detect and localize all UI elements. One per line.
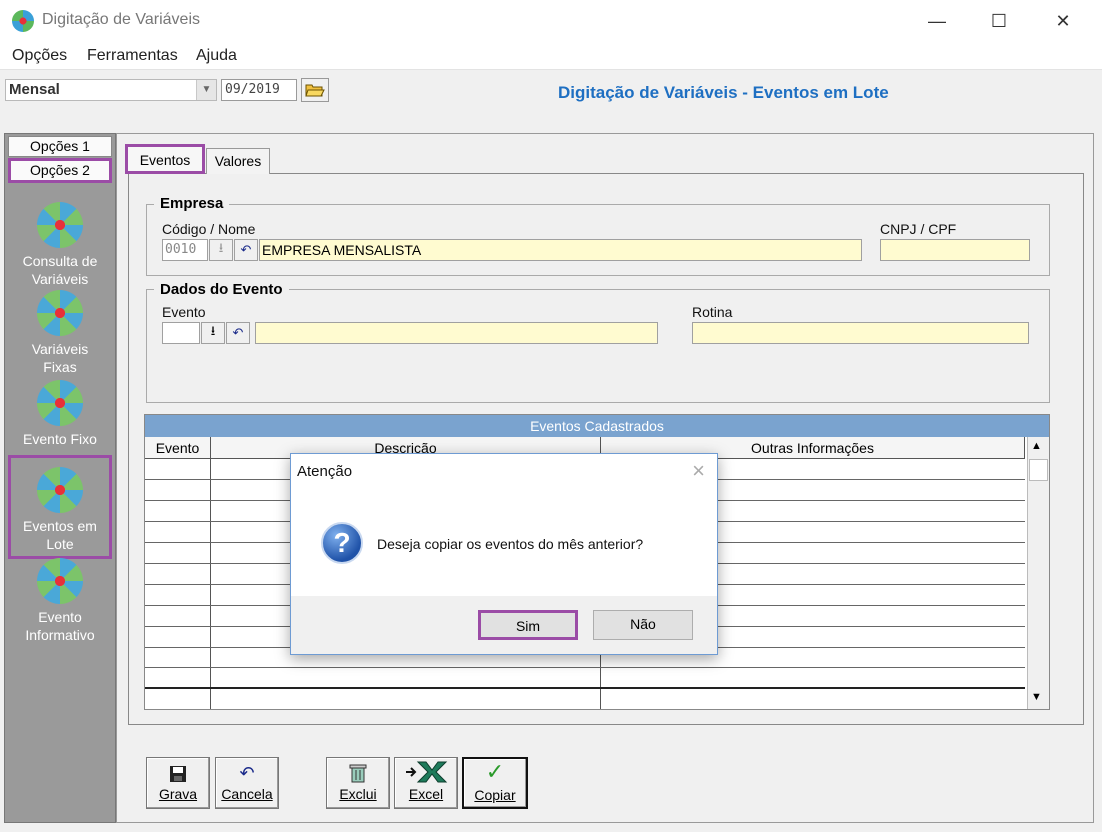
table-row[interactable] xyxy=(145,667,1025,668)
dados-evento-group-title: Dados do Evento xyxy=(154,281,289,298)
undo-icon[interactable]: ↶ xyxy=(226,322,250,344)
scroll-down-icon[interactable]: ▼ xyxy=(1031,691,1042,703)
exclui-label: Exclui xyxy=(339,786,377,802)
column-divider xyxy=(210,437,211,709)
app-logo-icon xyxy=(12,10,34,32)
tab-eventos[interactable]: Eventos xyxy=(125,144,205,174)
dados-evento-group xyxy=(146,289,1050,403)
column-header-evento[interactable]: Evento xyxy=(145,437,211,459)
app-ball-icon xyxy=(37,290,83,336)
evento-name-field[interactable] xyxy=(255,322,658,344)
grid-caption: Eventos Cadastrados xyxy=(145,415,1049,437)
close-button[interactable]: ✕ xyxy=(1040,0,1086,42)
app-ball-icon xyxy=(37,558,83,604)
app-ball-icon xyxy=(37,467,83,513)
menu-bar: Opções Ferramentas Ajuda xyxy=(0,42,1102,70)
scroll-up-icon[interactable]: ▲ xyxy=(1031,440,1042,452)
rotina-field[interactable] xyxy=(692,322,1029,344)
sidebar-item-label: Informativo xyxy=(25,627,95,643)
cancela-label: Cancela xyxy=(221,786,273,802)
close-icon[interactable]: × xyxy=(692,458,705,484)
cnpj-cpf-field[interactable] xyxy=(880,239,1030,261)
app-ball-icon xyxy=(37,202,83,248)
evento-code-field[interactable] xyxy=(162,322,200,344)
maximize-button[interactable]: ☐ xyxy=(976,0,1022,42)
scroll-thumb[interactable] xyxy=(1029,459,1048,481)
download-icon[interactable]: ⭳ xyxy=(201,322,225,344)
sidebar-item-label: Consulta de xyxy=(22,253,98,269)
empresa-group-title: Empresa xyxy=(154,195,230,212)
sidebar-item-label: Variáveis xyxy=(31,341,89,357)
sidebar-item-evento-informativo[interactable]: Evento Informativo xyxy=(8,558,112,644)
nome-field[interactable]: EMPRESA MENSALISTA xyxy=(259,239,862,261)
menu-ajuda[interactable]: Ajuda xyxy=(196,47,237,65)
download-icon[interactable]: ⭳ xyxy=(209,239,233,261)
trash-icon xyxy=(327,758,389,784)
save-icon xyxy=(147,758,209,784)
sidebar-item-label: Fixas xyxy=(43,359,77,375)
app-ball-icon xyxy=(37,380,83,426)
sidebar-item-label: Eventos em xyxy=(23,518,97,534)
sidebar-item-label: Lote xyxy=(46,536,74,552)
sidebar-tab-opcoes-1[interactable]: Opções 1 xyxy=(8,136,112,157)
undo-icon: ↶ xyxy=(239,763,255,783)
menu-ferramentas[interactable]: Ferramentas xyxy=(87,47,178,65)
period-select-value: Mensal xyxy=(9,81,60,98)
rotina-label: Rotina xyxy=(692,304,733,320)
sidebar-item-label: Evento Fixo xyxy=(23,431,97,447)
cnpj-cpf-label: CNPJ / CPF xyxy=(880,221,957,237)
yes-button[interactable]: Sim xyxy=(478,610,578,640)
sidebar-item-variaveis-fixas[interactable]: Variáveis Fixas xyxy=(8,290,112,376)
copiar-label: Copiar xyxy=(474,787,516,803)
sidebar-tab-opcoes-2[interactable]: Opções 2 xyxy=(8,158,112,183)
sidebar-item-consulta-variaveis[interactable]: Consulta de Variáveis xyxy=(8,202,112,288)
grava-button[interactable]: Grava xyxy=(146,757,210,809)
exclui-button[interactable]: Exclui xyxy=(326,757,390,809)
period-select[interactable]: Mensal ▼ xyxy=(5,79,217,101)
check-icon: ✓ xyxy=(485,759,505,784)
excel-label: Excel xyxy=(408,786,444,802)
sidebar-item-evento-fixo[interactable]: Evento Fixo xyxy=(8,380,112,448)
dialog-message: Deseja copiar os eventos do mês anterior… xyxy=(377,536,644,552)
page-title: Digitação de Variáveis - Eventos em Lote xyxy=(558,83,889,102)
minimize-button[interactable]: — xyxy=(914,0,960,42)
copiar-button[interactable]: ✓ Copiar xyxy=(462,757,528,809)
undo-icon[interactable]: ↶ xyxy=(234,239,258,261)
sidebar-item-label: Evento xyxy=(38,609,82,625)
menu-opcoes[interactable]: Opções xyxy=(12,47,67,65)
chevron-down-icon[interactable]: ▼ xyxy=(196,80,216,100)
window-title: Digitação de Variáveis xyxy=(42,11,201,28)
folder-icon xyxy=(305,84,325,97)
title-bar: Digitação de Variáveis — ☐ ✕ xyxy=(0,0,1102,42)
sidebar-item-label: Variáveis xyxy=(31,271,89,287)
question-icon: ? xyxy=(321,522,363,564)
tab-valores[interactable]: Valores xyxy=(206,148,270,174)
excel-icon xyxy=(395,758,457,784)
sidebar-item-eventos-em-lote[interactable]: Eventos em Lote xyxy=(8,455,112,559)
vertical-scrollbar[interactable]: ▲ ▼ xyxy=(1027,437,1049,709)
confirm-dialog: Atenção × ? Deseja copiar os eventos do … xyxy=(290,453,718,655)
evento-label: Evento xyxy=(162,304,206,320)
grava-label: Grava xyxy=(158,786,198,802)
no-button[interactable]: Não xyxy=(593,610,693,640)
codigo-nome-label: Código / Nome xyxy=(162,221,256,237)
codigo-field[interactable]: 0010 xyxy=(162,239,208,261)
cancela-button[interactable]: ↶ Cancela xyxy=(215,757,279,809)
table-row[interactable] xyxy=(145,687,1025,689)
open-folder-button[interactable] xyxy=(301,78,329,102)
month-input[interactable]: 09/2019 xyxy=(221,79,297,101)
excel-button[interactable]: Excel xyxy=(394,757,458,809)
dialog-title: Atenção xyxy=(297,463,353,480)
